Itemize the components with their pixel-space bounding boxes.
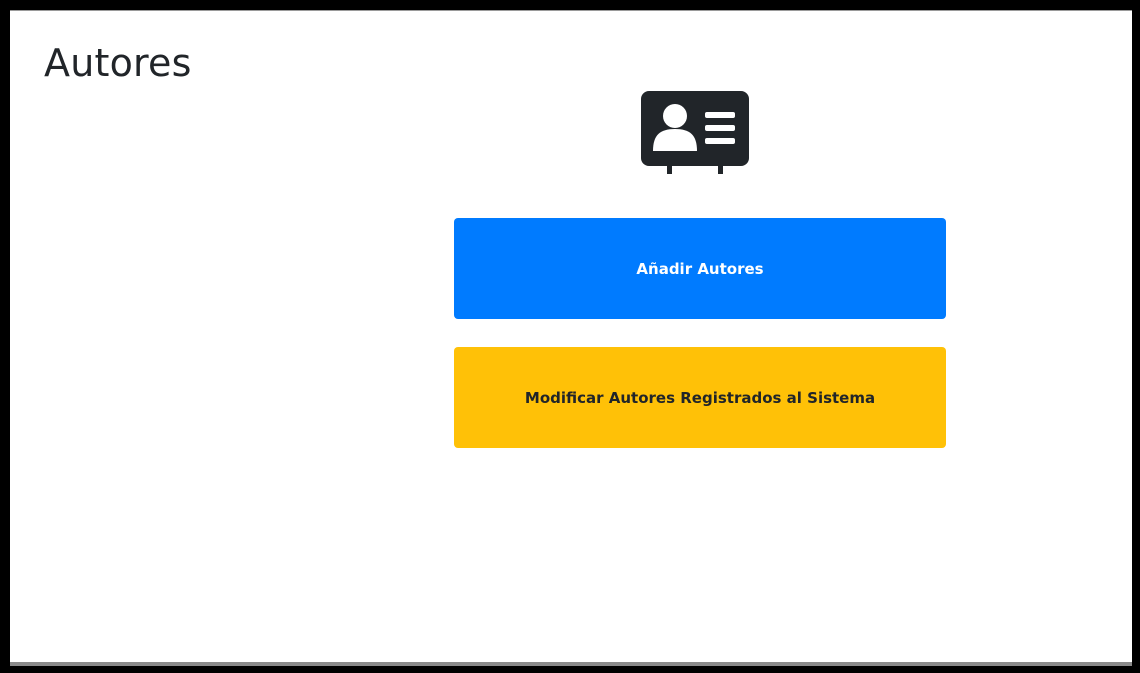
app-window: Autores Añadir Autores Modificar Autores… [10, 10, 1132, 662]
add-authors-button[interactable]: Añadir Autores [454, 218, 946, 319]
add-authors-label: Añadir Autores [636, 259, 764, 278]
page-title: Autores [44, 41, 192, 85]
window-bottom-edge [10, 662, 1132, 666]
address-card-icon [641, 91, 749, 174]
modify-authors-label: Modificar Autores Registrados al Sistema [524, 388, 876, 407]
modify-authors-button[interactable]: Modificar Autores Registrados al Sistema [454, 347, 946, 448]
